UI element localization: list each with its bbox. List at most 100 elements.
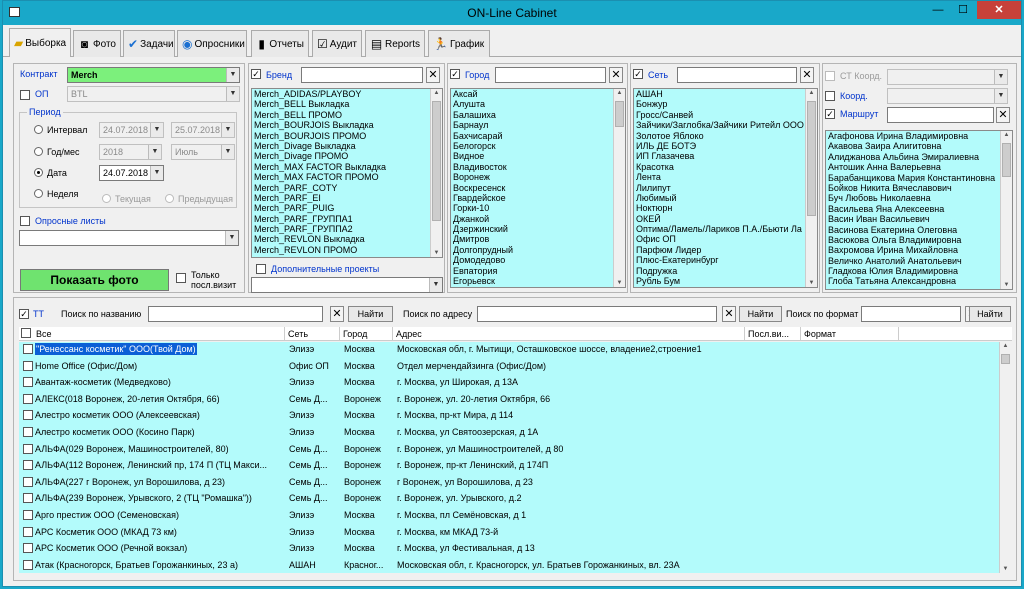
table-row[interactable]: Home Office (Офис/Дом) Офис ОП Москва Отдел… [19, 359, 999, 374]
city-list-item[interactable]: Балашиха [451, 110, 625, 120]
city-list[interactable]: Аксай Алушта Балашиха Барнаул Бахчисарай Бело… [450, 88, 626, 288]
brand-list-item[interactable]: Merch_BOURJOIS Выкладка [252, 120, 442, 130]
row-checkbox[interactable] [23, 410, 33, 421]
date-picker[interactable]: 24.07.2018 ▼ [99, 165, 164, 181]
city-list-item[interactable]: Дмитров [451, 234, 625, 244]
chevron-down-icon[interactable]: ▼ [221, 145, 234, 159]
scroll-down-icon[interactable]: ▼ [806, 280, 817, 286]
chain-list-item[interactable]: Рубль Бум [634, 276, 817, 286]
chevron-down-icon[interactable]: ▼ [994, 89, 1007, 103]
chain-list-item[interactable]: Парфюм Лидер [634, 245, 817, 255]
table-row[interactable]: Атак (Красногорск, Братьев Горожанкиных,… [19, 558, 999, 573]
scroll-up-icon[interactable]: ▲ [431, 90, 442, 96]
chevron-down-icon[interactable]: ▼ [150, 166, 163, 180]
city-list-item[interactable]: Видное [451, 151, 625, 161]
chain-list[interactable]: АШАН Бонжур Гросс/Санвей Зайчики/Заглобка/З… [633, 88, 818, 288]
row-checkbox[interactable] [23, 559, 33, 570]
brand-list-item[interactable]: Merch_BOURJOIS ПРОМО [252, 131, 442, 141]
table-row[interactable]: АРС Косметик ООО (МКАД 73 км) Элизэ Москва… [19, 525, 999, 540]
chain-list-item[interactable]: Ноктюрн [634, 203, 817, 213]
route-checkbox[interactable]: ✓ [825, 109, 835, 119]
row-checkbox[interactable] [23, 443, 33, 454]
route-list-item[interactable]: Гладкова Юлия Владимировна [826, 266, 1012, 276]
brand-list-item[interactable]: Merch_BELL Выкладка [252, 99, 442, 109]
chain-list-item[interactable]: Любимый [634, 193, 817, 203]
date-to-picker[interactable]: 25.07.2018 ▼ [171, 122, 235, 138]
chain-list-item[interactable]: ИЛЬ ДЕ БОТЭ [634, 141, 817, 151]
row-checkbox[interactable] [23, 510, 33, 520]
table-row[interactable]: Авантаж-косметик (Медведково) Элизэ Москва… [19, 375, 999, 390]
clear-city-button[interactable]: ✕ [609, 67, 623, 83]
city-list-item[interactable]: Барнаул [451, 120, 625, 130]
chain-filter-input[interactable] [677, 67, 797, 83]
scroll-up-icon[interactable]: ▲ [614, 90, 625, 96]
chain-list-item[interactable]: Золотое Яблоко [634, 131, 817, 141]
route-list-item[interactable]: Вахромова Ирина Михайловна [826, 245, 1012, 255]
find-by-address-button[interactable]: Найти [739, 306, 782, 322]
chain-list-item[interactable]: Лента [634, 172, 817, 182]
scroll-thumb[interactable] [1001, 354, 1010, 364]
brand-list-item[interactable]: Merch_ADIDAS/PLAYBOY [252, 89, 442, 99]
chevron-down-icon[interactable]: ▼ [429, 278, 442, 292]
scroll-up-icon[interactable]: ▲ [806, 90, 817, 96]
chevron-down-icon[interactable]: ▼ [150, 123, 163, 137]
city-list-item[interactable]: Домодедово [451, 255, 625, 265]
last-visit-checkbox[interactable] [176, 273, 186, 283]
date-radio[interactable] [34, 168, 43, 177]
tab-selection[interactable]: ▰ Выборка [9, 28, 71, 57]
city-list-item[interactable]: Белогорск [451, 141, 625, 151]
route-list-item[interactable]: Бойков Никита Вячеславович [826, 183, 1012, 193]
brand-list-item[interactable]: Merch_BELL ПРОМО [252, 110, 442, 120]
scroll-up-icon[interactable]: ▲ [1001, 132, 1012, 138]
tab-schedule[interactable]: 🏃 График [428, 30, 490, 57]
chain-list-item[interactable]: АШАН [634, 89, 817, 99]
minimize-button[interactable]: — [925, 1, 951, 19]
city-list-item[interactable]: Дзержинский [451, 224, 625, 234]
chain-list-item[interactable]: Оптима/Ламель/Лариков П.А./Бьюти Ла [634, 224, 817, 234]
chevron-down-icon[interactable]: ▼ [226, 68, 239, 82]
tab-tasks[interactable]: ✔ Задачи [123, 30, 175, 57]
brand-list[interactable]: Merch_ADIDAS/PLAYBOY Merch_BELL Выкладка M… [251, 88, 443, 258]
city-list-item[interactable]: Гвардейское [451, 193, 625, 203]
tab-audit[interactable]: ☑ Аудит [312, 30, 362, 57]
route-list-item[interactable]: Алиджанова Альбина Эмиралиевна [826, 152, 1012, 162]
brand-list-item[interactable]: Merch_REVLON ПРОМО [252, 245, 442, 255]
row-checkbox[interactable] [23, 360, 33, 371]
chevron-down-icon[interactable]: ▼ [226, 87, 239, 101]
extra-projects-select[interactable]: ▼ [251, 277, 443, 293]
brand-list-item[interactable]: Merch_MAX FACTOR ПРОМО [252, 172, 442, 182]
city-checkbox[interactable]: ✓ [450, 69, 460, 79]
scroll-down-icon[interactable]: ▼ [614, 280, 625, 286]
op-checkbox[interactable] [20, 90, 30, 100]
city-list-item[interactable]: Воронеж [451, 172, 625, 182]
contract-select[interactable]: Merch ▼ [67, 67, 240, 83]
column-format[interactable]: Формат [801, 327, 899, 341]
brand-list-item[interactable]: Merch_Divage Выкладка [252, 141, 442, 151]
table-row[interactable]: АЛЬФА(239 Воронеж, Урывского, 2 (ТЦ "Ром… [19, 491, 999, 506]
scroll-thumb[interactable] [1002, 143, 1011, 177]
chain-list-item[interactable]: ОКЕЙ [634, 214, 817, 224]
brand-list-item[interactable]: Merch_PARF_PUIG [252, 203, 442, 213]
table-row[interactable]: АЛЬФА(227 г Воронеж, ул Ворошилова, д 23… [19, 475, 999, 490]
clear-chain-button[interactable]: ✕ [800, 67, 814, 83]
route-list-item[interactable]: Васин Иван Васильевич [826, 214, 1012, 224]
brand-checkbox[interactable]: ✓ [251, 69, 261, 79]
row-checkbox[interactable] [23, 460, 33, 471]
scroll-thumb[interactable] [807, 101, 816, 216]
scroll-down-icon[interactable]: ▼ [1001, 282, 1012, 288]
brand-list-item[interactable]: Merch_PARF_COTY [252, 183, 442, 193]
survey-checkbox[interactable] [20, 216, 30, 226]
chain-list-item[interactable]: Подружка [634, 266, 817, 276]
table-row[interactable]: "Ренессанс косметик" ООО(Твой Дом) Элизэ М… [19, 342, 999, 357]
route-scrollbar[interactable]: ▲ ▼ [1000, 131, 1012, 289]
chain-scrollbar[interactable]: ▲ ▼ [805, 89, 817, 287]
table-row[interactable]: Алестро косметик ООО (Косино Парк) Элизэ М… [19, 425, 999, 440]
chevron-down-icon[interactable]: ▼ [225, 231, 238, 245]
table-row[interactable]: Арго престиж ООО (Семеновская) Элизэ Москв… [19, 508, 999, 523]
row-checkbox[interactable] [23, 377, 33, 388]
row-checkbox[interactable] [23, 344, 33, 354]
route-list-item[interactable]: Васюкова Ольга Владимировна [826, 235, 1012, 245]
chevron-down-icon[interactable]: ▼ [221, 123, 234, 137]
table-row[interactable]: АРС Косметик ООО (Речной вокзал) Элизэ Мос… [19, 541, 999, 556]
chain-list-item[interactable]: Зайчики/Заглобка/Зайчики Ритейл ООО [634, 120, 817, 130]
